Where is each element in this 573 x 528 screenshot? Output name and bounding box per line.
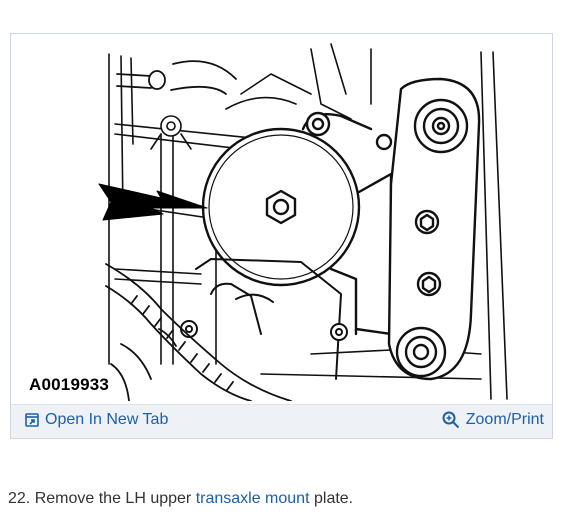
bracket-bolt (150, 115, 192, 150)
open-in-new-tab-link[interactable]: Open In New Tab (25, 411, 168, 429)
step-text-after: plate. (313, 490, 354, 507)
zoom-print-label: Zoom/Print (465, 411, 544, 428)
figure-card: A0019933 Open In New Tab Zoom/Print (10, 33, 553, 439)
step-number: 22. (8, 490, 31, 507)
procedure-step: 22. Remove the LH upper transaxle mount … (8, 490, 353, 508)
open-in-new-tab-icon (25, 413, 39, 427)
transaxle-mount-link[interactable]: transaxle mount (196, 490, 310, 507)
mount-plate (201, 111, 393, 336)
figure-action-bar: Open In New Tab Zoom/Print (11, 404, 552, 438)
magnifier-plus-icon (442, 411, 460, 429)
zoom-print-link[interactable]: Zoom/Print (442, 411, 544, 429)
mount-plate-diagram[interactable]: A0019933 (11, 34, 552, 401)
pipe (116, 60, 237, 95)
step-text-before: Remove the LH upper (34, 490, 192, 507)
figure-id-label: A0019933 (27, 375, 112, 395)
open-in-new-tab-label: Open In New Tab (45, 411, 169, 428)
mount-bracket (387, 77, 481, 381)
